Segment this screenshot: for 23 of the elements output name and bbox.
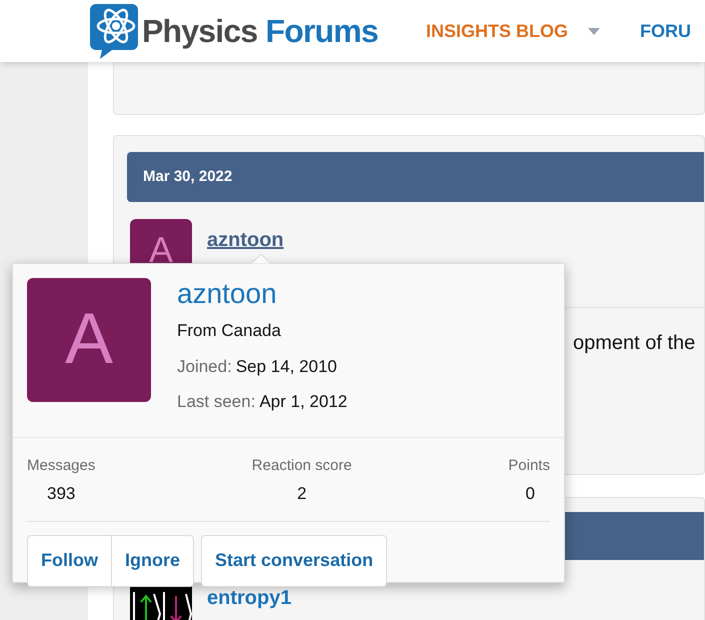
nav-link[interactable]: INSIGHTS BLOG — [426, 18, 600, 44]
stat-label: Reaction score — [252, 456, 352, 476]
stat-value: 393 — [47, 483, 76, 505]
site-logo-text[interactable]: Physics Forums — [142, 7, 378, 55]
stat-label: Messages — [27, 456, 96, 476]
joined-date: Sep 14, 2010 — [236, 356, 337, 378]
stat-value: 0 — [526, 483, 535, 505]
date-text: Mar 30, 2022 — [143, 166, 232, 187]
location-text: From Canada — [177, 320, 282, 342]
action-button[interactable]: Follow — [28, 536, 111, 586]
username-link[interactable]: azntoon — [177, 278, 348, 310]
action-button[interactable]: Start conversation — [201, 534, 388, 586]
post-text: opment of the — [573, 331, 696, 356]
stat-label: Points — [508, 456, 550, 476]
last-seen-date: Apr 1, 2012 — [259, 391, 348, 413]
stat-value: 2 — [297, 483, 307, 505]
action-button[interactable]: Ignore — [111, 536, 194, 586]
last-seen-label: Last seen: — [177, 391, 256, 413]
username-link[interactable]: azntoon — [207, 225, 284, 255]
joined-label: Joined: — [177, 356, 232, 378]
caret-icon[interactable] — [588, 28, 600, 34]
nav-link[interactable]: FORU — [640, 18, 692, 44]
avatar[interactable]: A — [27, 278, 151, 402]
